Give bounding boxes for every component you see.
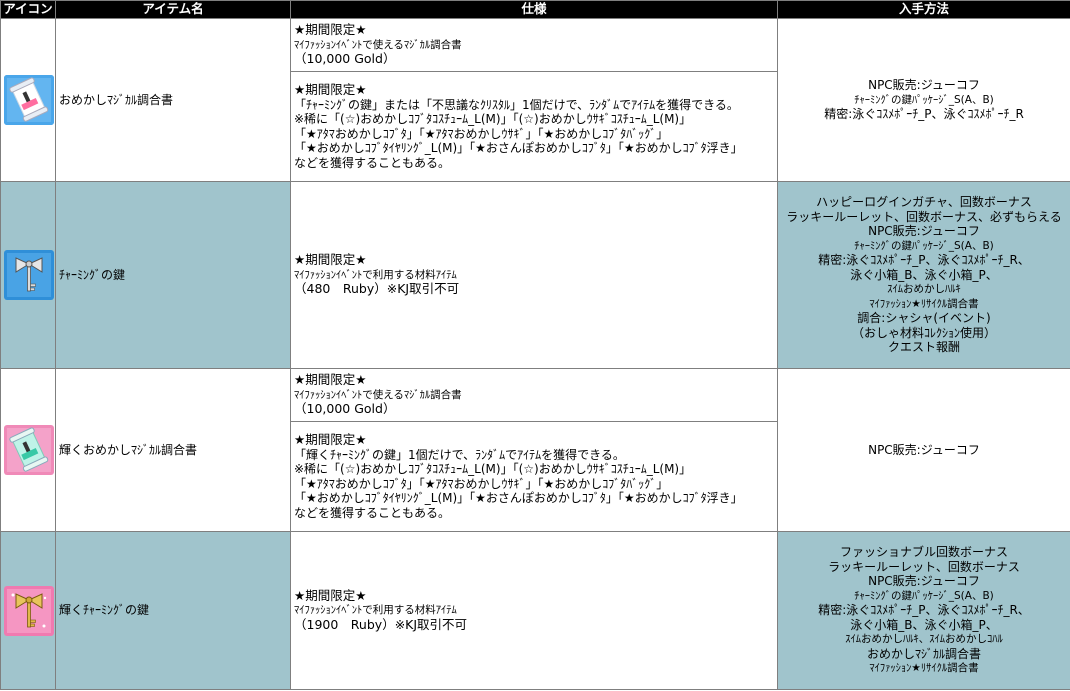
item-spec-detail: ★期間限定★ 「輝くﾁｬｰﾐﾝｸﾞの鍵」1個だけで、ﾗﾝﾀﾞﾑでｱｲﾃﾑを獲得で… [290, 421, 778, 532]
item-icon-cell [0, 368, 56, 532]
item-icon-cell [0, 18, 56, 182]
item-icon-cell [0, 181, 56, 369]
item-name: 輝くﾁｬｰﾐﾝｸﾞの鍵 [55, 531, 291, 690]
charming-key-silver-icon [4, 250, 54, 300]
table-row: ﾁｬｰﾐﾝｸﾞの鍵 ★期間限定★ ﾏｲﾌｧｯｼｮﾝｲﾍﾞﾝﾄで利用する材料ｱｲﾃ… [0, 181, 1070, 369]
item-obtain: NPC販売:ジューコフ ﾁｬｰﾐﾝｸﾞの鍵ﾊﾟｯｹｰｼﾞ_S(A、B) 精密:泳… [777, 18, 1070, 182]
item-obtain: NPC販売:ジューコフ [777, 368, 1070, 532]
table-row: 輝くおめかしﾏｼﾞｶﾙ調合書 ★期間限定★ ﾏｲﾌｧｯｼｮﾝｲﾍﾞﾝﾄで使えるﾏ… [0, 368, 1070, 532]
item-table: アイコン アイテム名 仕様 入手方法 おめかしﾏｼﾞｶﾙ調合書 ★期間限定★ ﾏ… [0, 0, 1070, 690]
header-spec: 仕様 [290, 0, 778, 19]
item-spec: ★期間限定★ ﾏｲﾌｧｯｼｮﾝｲﾍﾞﾝﾄで利用する材料ｱｲﾃﾑ （1900 Ru… [290, 531, 778, 690]
item-spec: ★期間限定★ ﾏｲﾌｧｯｼｮﾝｲﾍﾞﾝﾄで使えるﾏｼﾞｶﾙ調合書 （10,000… [290, 368, 778, 422]
item-spec-detail: ★期間限定★ 「ﾁｬｰﾐﾝｸﾞの鍵」または「不思議なｸﾘｽﾀﾙ」1個だけで、ﾗﾝ… [290, 71, 778, 182]
table-row: おめかしﾏｼﾞｶﾙ調合書 ★期間限定★ ﾏｲﾌｧｯｼｮﾝｲﾍﾞﾝﾄで使えるﾏｼﾞ… [0, 18, 1070, 182]
item-spec: ★期間限定★ ﾏｲﾌｧｯｼｮﾝｲﾍﾞﾝﾄで使えるﾏｼﾞｶﾙ調合書 （10,000… [290, 18, 778, 72]
item-obtain: ファッショナブル回数ボーナス ラッキールーレット、回数ボーナス NPC販売:ジュ… [777, 531, 1070, 690]
item-name: ﾁｬｰﾐﾝｸﾞの鍵 [55, 181, 291, 369]
table-row: 輝くﾁｬｰﾐﾝｸﾞの鍵 ★期間限定★ ﾏｲﾌｧｯｼｮﾝｲﾍﾞﾝﾄで利用する材料ｱ… [0, 531, 1070, 690]
item-obtain: ハッピーログインガチャ、回数ボーナス ラッキールーレット、回数ボーナス、必ずもら… [777, 181, 1070, 369]
item-icon-cell [0, 531, 56, 690]
header-obtain: 入手方法 [777, 0, 1070, 19]
item-name: 輝くおめかしﾏｼﾞｶﾙ調合書 [55, 368, 291, 532]
header-icon: アイコン [0, 0, 56, 19]
charming-key-gold-icon [4, 585, 54, 636]
header-row: アイコン アイテム名 仕様 入手方法 [0, 0, 1070, 19]
item-name: おめかしﾏｼﾞｶﾙ調合書 [55, 18, 291, 182]
item-spec: ★期間限定★ ﾏｲﾌｧｯｼｮﾝｲﾍﾞﾝﾄで利用する材料ｱｲﾃﾑ （480 Rub… [290, 181, 778, 369]
magic-scroll-pink-icon [4, 425, 54, 475]
magic-scroll-blue-icon [4, 75, 54, 125]
header-name: アイテム名 [55, 0, 291, 19]
